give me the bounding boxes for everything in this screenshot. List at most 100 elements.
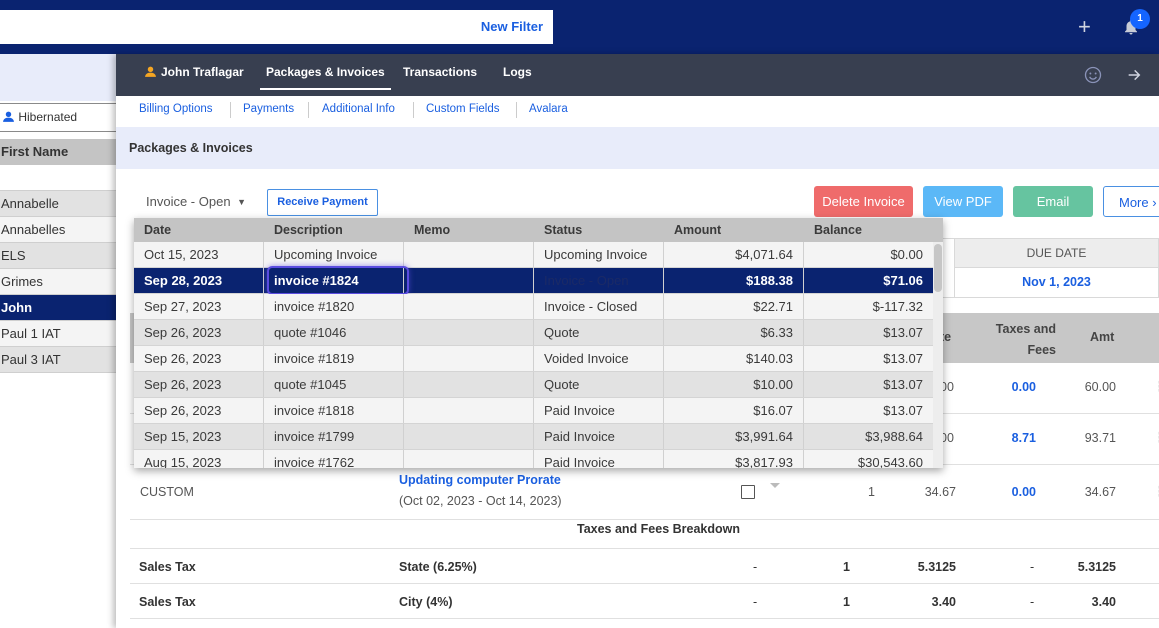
- list-item[interactable]: Annabelles: [0, 217, 116, 243]
- list-item[interactable]: [0, 165, 116, 191]
- cell-memo: [404, 346, 534, 371]
- column-amount: Amount: [674, 223, 722, 237]
- tab-packages-invoices[interactable]: Packages & Invoices: [260, 54, 391, 96]
- cell-status: Upcoming Invoice: [534, 242, 664, 267]
- user-icon: [145, 66, 156, 77]
- caret-down-icon: ▼: [237, 197, 247, 207]
- email-button[interactable]: Email: [1013, 186, 1093, 217]
- invoice-option-selected[interactable]: Sep 28, 2023 invoice #1824 Invoice - Open $…: [134, 266, 934, 295]
- subnav-custom-fields[interactable]: Custom Fields: [426, 103, 500, 115]
- column-status: Status: [544, 223, 583, 237]
- cell-balance: $71.06: [804, 268, 934, 293]
- scrollbar[interactable]: [933, 242, 943, 468]
- delete-invoice-button[interactable]: Delete Invoice: [814, 186, 913, 217]
- divider: [308, 102, 309, 118]
- cell-status: Invoice - Closed: [534, 294, 664, 319]
- subnav-additional-info[interactable]: Additional Info: [322, 103, 395, 115]
- invoice-option[interactable]: Sep 26, 2023 quote #1045 Quote $10.00 $13.07: [134, 372, 934, 398]
- receive-payment-button[interactable]: Receive Payment: [267, 189, 378, 216]
- tax-row: Sales Tax City (4%) - 1 3.40 - 3.40: [130, 584, 1159, 619]
- tab-customer-name[interactable]: John Traflagar: [144, 54, 244, 96]
- hibernated-filter-button[interactable]: Hibernated: [0, 103, 96, 132]
- divider: [230, 102, 231, 118]
- list-item[interactable]: Grimes: [0, 269, 116, 295]
- more-vert-icon[interactable]: ⋮: [1153, 429, 1159, 446]
- caret-down-icon[interactable]: [770, 483, 780, 488]
- cell-memo: [404, 242, 534, 267]
- tax-row: Sales Tax State (6.25%) - 1 5.3125 - 5.3…: [130, 549, 1159, 584]
- item-type: CUSTOM: [140, 485, 194, 499]
- invoice-option[interactable]: Sep 26, 2023 invoice #1818 Paid Invoice $16…: [134, 398, 934, 424]
- plus-icon[interactable]: +: [1078, 16, 1091, 38]
- line-item-row: CUSTOM Updating computer Prorate (Oct 02…: [130, 465, 1159, 520]
- list-item[interactable]: Annabelle: [0, 191, 116, 217]
- more-vert-icon[interactable]: ⋮: [1153, 483, 1159, 500]
- cell-balance: $-117.32: [804, 294, 934, 319]
- invoice-option[interactable]: Sep 26, 2023 invoice #1819 Voided Invoice $…: [134, 346, 934, 372]
- dropdown-header: Date Description Memo Status Amount Bala…: [134, 218, 943, 242]
- invoice-option[interactable]: Oct 15, 2023 Upcoming Invoice Upcoming Inv…: [134, 242, 934, 268]
- scrollbar-thumb[interactable]: [934, 244, 942, 292]
- cell-date: Sep 26, 2023: [134, 398, 264, 423]
- list-item[interactable]: Paul 1 IAT: [0, 321, 116, 347]
- due-date-header: DUE DATE: [954, 238, 1159, 268]
- first-name-column-header[interactable]: First Name: [0, 139, 116, 165]
- cell-date: Sep 26, 2023: [134, 346, 264, 371]
- cell-amount: $22.71: [664, 294, 804, 319]
- cell-date: Aug 15, 2023: [134, 450, 264, 468]
- tax-breakdown-title: Taxes and Fees Breakdown: [576, 522, 741, 536]
- taxes-link[interactable]: 8.71: [996, 431, 1036, 445]
- customer-panel: John Traflagar Packages & Invoices Trans…: [116, 54, 1159, 628]
- due-date-value[interactable]: Nov 1, 2023: [954, 268, 1159, 298]
- cell-date: Sep 27, 2023: [134, 294, 264, 319]
- subnav-payments[interactable]: Payments: [243, 103, 294, 115]
- subnav-billing-options[interactable]: Billing Options: [139, 103, 213, 115]
- cell-balance: $0.00: [804, 242, 934, 267]
- list-item[interactable]: ELS: [0, 243, 116, 269]
- taxes-link[interactable]: 0.00: [996, 485, 1036, 499]
- view-pdf-button[interactable]: View PDF: [923, 186, 1003, 217]
- more-vert-icon[interactable]: ⋮: [1153, 378, 1159, 395]
- invoice-option[interactable]: Sep 26, 2023 quote #1046 Quote $6.33 $13.07: [134, 320, 934, 346]
- tab-logs[interactable]: Logs: [503, 54, 532, 96]
- divider: [413, 102, 414, 118]
- item-checkbox[interactable]: [741, 485, 755, 499]
- cell-amount: $3,817.93: [664, 450, 804, 468]
- cell-memo: [404, 450, 534, 468]
- tab-bar: John Traflagar Packages & Invoices Trans…: [116, 54, 1159, 96]
- more-button[interactable]: More ›: [1103, 186, 1159, 217]
- cell-status: Quote: [534, 320, 664, 345]
- filter-input[interactable]: New Filter: [0, 10, 553, 44]
- left-header: [0, 54, 116, 101]
- new-filter-button[interactable]: New Filter: [481, 19, 543, 34]
- tab-transactions[interactable]: Transactions: [403, 54, 477, 96]
- filter-button-2[interactable]: [95, 103, 116, 132]
- invoice-option[interactable]: Sep 15, 2023 invoice #1799 Paid Invoice $3,…: [134, 424, 934, 450]
- smiley-icon[interactable]: [1084, 66, 1102, 84]
- cell-memo: [404, 268, 534, 293]
- list-item[interactable]: Paul 3 IAT: [0, 347, 116, 373]
- cell-amount: $10.00: [664, 372, 804, 397]
- dropdown-rows: Oct 15, 2023 Upcoming Invoice Upcoming Inv…: [134, 242, 934, 468]
- user-icon: [3, 111, 14, 122]
- invoice-option[interactable]: Aug 15, 2023 invoice #1762 Paid Invoice $3,…: [134, 450, 934, 468]
- cell-amount: $6.33: [664, 320, 804, 345]
- subnav-avalara[interactable]: Avalara: [529, 103, 568, 115]
- taxes-link[interactable]: 0.00: [996, 380, 1036, 394]
- cell-description: invoice #1762: [264, 450, 404, 468]
- cell-date: Sep 26, 2023: [134, 372, 264, 397]
- item-name-link[interactable]: Updating computer Prorate: [399, 473, 561, 487]
- sub-navigation: Billing Options Payments Additional Info…: [116, 96, 1159, 127]
- customer-name-list: Annabelle Annabelles ELS Grimes John Pau…: [0, 165, 116, 373]
- section-title: Packages & Invoices: [129, 141, 253, 155]
- cell-memo: [404, 320, 534, 345]
- invoice-status-dropdown[interactable]: Invoice - Open ▼: [146, 194, 246, 209]
- list-item-selected[interactable]: John: [0, 295, 116, 321]
- invoice-option[interactable]: Sep 27, 2023 invoice #1820 Invoice - Close…: [134, 294, 934, 320]
- arrow-right-icon[interactable]: [1126, 67, 1142, 83]
- cell-balance: $13.07: [804, 398, 934, 423]
- cell-description: invoice #1799: [264, 424, 404, 449]
- cell-amount: $140.03: [664, 346, 804, 371]
- cell-status: Quote: [534, 372, 664, 397]
- cell-memo: [404, 294, 534, 319]
